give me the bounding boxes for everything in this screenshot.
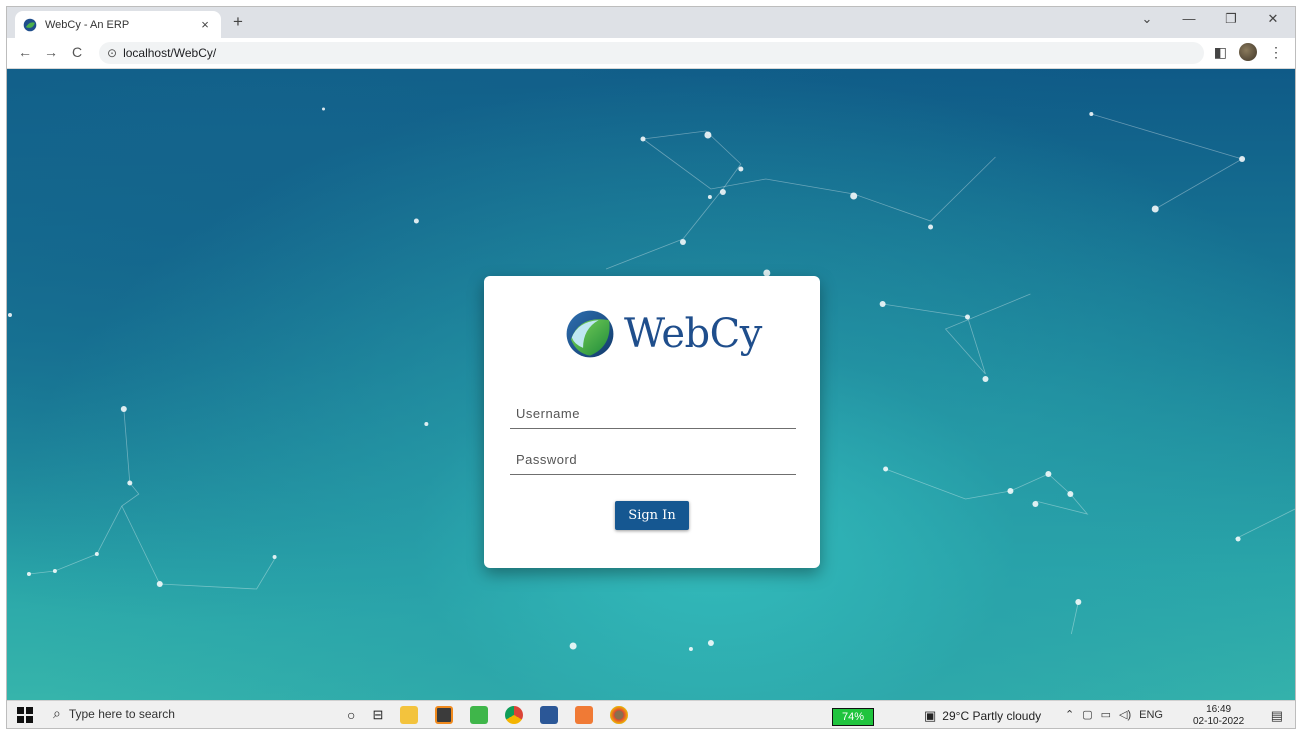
webcy-logo-icon (566, 310, 614, 358)
tray-app-icon[interactable]: ▢ (1082, 708, 1092, 721)
volume-icon[interactable]: ◁) (1119, 708, 1131, 721)
sign-in-button[interactable]: Sign In (615, 501, 689, 530)
site-info-icon[interactable]: ⊙ (107, 46, 117, 60)
restore-icon[interactable]: ❐ (1219, 11, 1243, 27)
cortana-icon[interactable]: ○ (347, 707, 355, 723)
weather-icon: ▣ (924, 708, 937, 723)
tab-title: WebCy - An ERP (45, 18, 130, 31)
taskbar-search[interactable]: ⌕ Type here to search (53, 705, 175, 722)
system-tray: ⌃ ▢ ▭ ◁) ENG (1065, 708, 1163, 722)
windows-taskbar: ⌕ Type here to search ○ ⊟ 74% ▣ 29°C Par… (7, 700, 1295, 728)
username-field-wrapper (510, 398, 796, 429)
side-panel-icon[interactable]: ◧ (1214, 44, 1227, 61)
browser-toolbar: ← → C ⊙ localhost/WebCy/ ◧ ⋮ (7, 38, 1295, 69)
tab-close-icon[interactable]: × (197, 17, 213, 32)
password-field-wrapper (510, 444, 796, 475)
file-explorer-icon[interactable] (400, 706, 419, 724)
taskbar-clock[interactable]: 16:49 02-10-2022 (1193, 704, 1244, 728)
login-card: WebCy Sign In (484, 276, 820, 568)
reload-icon[interactable]: C (67, 44, 87, 60)
word-icon[interactable] (540, 706, 559, 724)
windows-start-icon[interactable] (17, 707, 33, 723)
battery-indicator[interactable]: 74% (832, 708, 874, 726)
toolbar-right: ◧ ⋮ (1214, 43, 1283, 61)
tray-chevron-icon[interactable]: ⌃ (1065, 708, 1074, 721)
browser-menu-icon[interactable]: ⋮ (1269, 44, 1283, 61)
profile-avatar-icon[interactable] (1239, 43, 1257, 61)
notifications-icon[interactable]: ▤ (1271, 708, 1283, 724)
chrome-icon[interactable] (505, 706, 524, 724)
screen-frame: WebCy - An ERP × + ⌄ — ❐ ✕ ← → C ⊙ local… (6, 6, 1296, 729)
window-controls: ⌄ — ❐ ✕ (1135, 11, 1285, 27)
logo-text: WebCy (624, 311, 762, 357)
webcy-logo: WebCy (564, 308, 762, 360)
clock-time: 16:49 (1206, 704, 1232, 715)
task-view-icon[interactable]: ⊟ (372, 707, 383, 723)
url-text[interactable]: localhost/WebCy/ (123, 46, 216, 60)
address-bar[interactable]: ⊙ localhost/WebCy/ (99, 42, 1204, 64)
password-input[interactable] (510, 444, 796, 474)
browser-tab[interactable]: WebCy - An ERP × (15, 11, 221, 38)
close-window-icon[interactable]: ✕ (1261, 11, 1285, 27)
webcy-favicon-icon (23, 18, 37, 31)
language-indicator[interactable]: ENG (1139, 709, 1163, 721)
camtasia-icon[interactable] (470, 706, 489, 724)
taskbar-search-placeholder: Type here to search (68, 706, 175, 721)
clock-date: 02-10-2022 (1193, 716, 1245, 727)
xampp-icon[interactable] (575, 706, 594, 724)
browser-tabstrip: WebCy - An ERP × + ⌄ — ❐ ✕ (7, 7, 1295, 38)
back-icon[interactable]: ← (15, 44, 35, 60)
new-tab-icon[interactable]: + (227, 12, 249, 32)
network-icon[interactable]: ▭ (1101, 708, 1111, 721)
chrome-profile-icon[interactable] (610, 706, 629, 724)
minimize-icon[interactable]: — (1177, 11, 1201, 27)
username-input[interactable] (510, 398, 796, 428)
forward-icon[interactable]: → (41, 44, 61, 60)
weather-widget[interactable]: ▣ 29°C Partly cloudy (924, 708, 1041, 724)
sublime-text-icon[interactable] (435, 706, 454, 724)
taskbar-apps: ○ ⊟ (347, 706, 629, 724)
login-page: WebCy Sign In (7, 69, 1295, 700)
tab-list-icon[interactable]: ⌄ (1135, 11, 1159, 27)
search-icon: ⌕ (53, 705, 61, 721)
weather-text: 29°C Partly cloudy (942, 709, 1042, 723)
